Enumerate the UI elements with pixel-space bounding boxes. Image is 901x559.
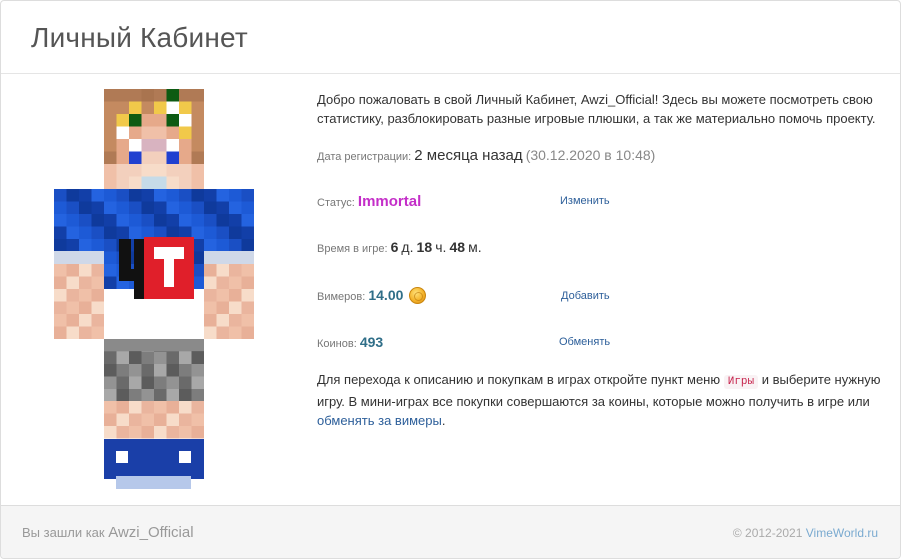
exchange-for-vimers-link[interactable]: обменять за вимеры [317, 413, 442, 428]
playtime-days: 6 [390, 239, 399, 255]
exchange-coins-link[interactable]: Обменять [559, 336, 610, 348]
coins-row: Коинов: 493 [317, 334, 383, 350]
registration-row: Дата регистрации: 2 месяца назад (30.12.… [317, 147, 655, 164]
games-menu-item: Игры [723, 375, 759, 389]
games-note-part1: Для перехода к описанию и покупкам в игр… [317, 372, 724, 387]
playtime-hours: 18 [416, 239, 433, 255]
registration-value: 2 месяца назад [414, 147, 523, 164]
logged-in-username: Awzi_Official [108, 524, 194, 541]
logged-in-label: Вы зашли как [22, 525, 105, 540]
intro-block: Добро пожаловать в свой Личный Кабинет, … [317, 90, 887, 128]
vimers-label: Вимеров: [317, 291, 366, 303]
logged-in-info: Вы зашли как Awzi_Official [22, 524, 194, 541]
playtime-minutes-unit: м. [468, 239, 482, 255]
panel-footer: Вы зашли как Awzi_Official © 2012-2021 V… [1, 505, 900, 558]
status-row: Статус: Immortal [317, 193, 421, 210]
playtime-label: Время в игре: [317, 243, 388, 255]
add-vimers-link[interactable]: Добавить [561, 290, 610, 302]
games-note: Для перехода к описанию и покупкам в игр… [317, 370, 887, 430]
panel-header: Личный Кабинет [1, 1, 900, 74]
playtime-days-unit: д. [401, 239, 414, 255]
status-label: Статус: [317, 197, 355, 209]
registration-label: Дата регистрации: [317, 151, 412, 163]
vimer-coin-icon [409, 287, 427, 304]
cabinet-panel: Личный Кабинет Добро пожаловать в свой Л… [0, 0, 901, 559]
page-title: Личный Кабинет [31, 22, 248, 53]
change-status-link[interactable]: Изменить [560, 195, 610, 207]
vimers-row: Вимеров: 14.00 [317, 287, 427, 304]
playtime-hours-unit: ч. [435, 239, 447, 255]
playtime-minutes: 48 [449, 239, 466, 255]
games-note-part3: . [441, 413, 446, 428]
intro-text: Добро пожаловать в свой Личный Кабинет, … [317, 92, 876, 126]
copyright: © 2012-2021 VimeWorld.ru [733, 526, 878, 540]
player-skin-image [54, 89, 254, 489]
status-value: Immortal [357, 193, 422, 210]
registration-date: (30.12.2020 в 10:48) [525, 147, 656, 163]
site-link[interactable]: VimeWorld.ru [806, 526, 878, 540]
player-skin [54, 89, 254, 489]
playtime-row: Время в игре: 6 д. 18 ч. 48 м. [317, 239, 482, 255]
copyright-years: © 2012-2021 [732, 526, 803, 540]
vimers-value: 14.00 [368, 287, 404, 303]
coins-value: 493 [359, 334, 384, 350]
coins-label: Коинов: [317, 338, 357, 350]
